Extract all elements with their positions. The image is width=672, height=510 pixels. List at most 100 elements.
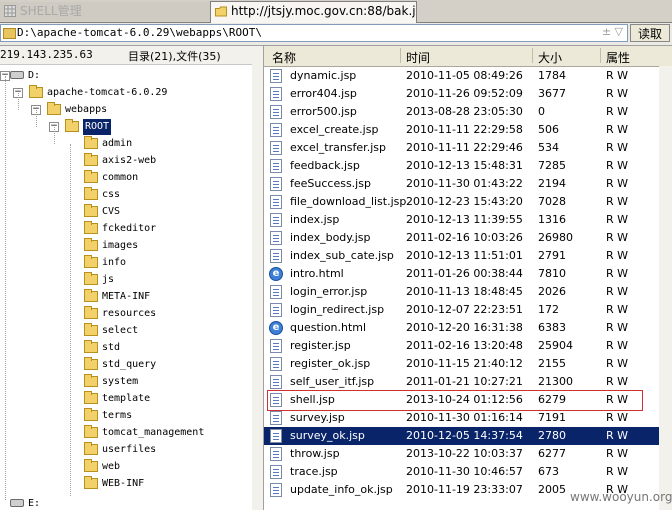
file-attr: R W [606,87,629,100]
column-name[interactable]: 名称 [272,49,296,66]
file-name: survey_ok.jsp [290,429,365,442]
tree-node[interactable]: std [0,340,250,356]
file-attr: R W [606,411,629,424]
file-size: 7285 [538,159,566,172]
table-row[interactable]: survey_ok.jsp 2010-12-05 14:37:54 2780 R W [264,427,672,445]
table-row[interactable]: login_redirect.jsp 2010-12-07 22:23:51 172… [264,301,672,319]
tree-scrollbar[interactable] [252,64,263,510]
tree-node[interactable]: resources [0,306,250,322]
tab-bak-jsp[interactable]: http://jtsjy.moc.gov.cn:88/bak.jsp [210,1,417,23]
tree-node[interactable]: template [0,391,250,407]
tree-node[interactable]: terms [0,408,250,424]
file-name: update_info_ok.jsp [290,483,393,496]
table-row[interactable]: trace.jsp 2010-11-30 10:46:57 673 R W [264,463,672,481]
tree-guide-line [36,110,37,127]
tree-node[interactable]: fckeditor [0,221,250,237]
file-size: 7028 [538,195,566,208]
tree-node[interactable]: CVS [0,204,250,220]
tree-node[interactable]: axis2-web [0,153,250,169]
file-attr: R W [606,105,629,118]
tree-node-label: common [102,172,139,183]
table-row[interactable]: index_sub_cate.jsp 2010-12-13 11:51:01 279… [264,247,672,265]
file-attr: R W [606,393,629,406]
table-row[interactable]: login_error.jsp 2010-11-13 18:48:45 2026 R … [264,283,672,301]
tree-node-label: fckeditor [102,223,157,234]
folder-icon [84,374,98,387]
tree-node-label: resources [102,308,157,319]
file-size: 7810 [538,267,566,280]
file-name: dynamic.jsp [290,69,357,82]
tree-node[interactable]: E: [0,496,250,510]
table-row[interactable]: survey.jsp 2010-11-30 01:16:14 7191 R W [264,409,672,427]
table-row[interactable]: register.jsp 2011-02-16 13:20:48 25904 R W [264,337,672,355]
tree-node[interactable]: std_query [0,357,250,373]
folder-icon [84,255,98,268]
tree-node[interactable]: userfiles [0,442,250,458]
drive-icon [10,71,24,79]
jsp-file-icon [270,483,282,497]
tab-label: http://jtsjy.moc.gov.cn:88/bak.jsp [231,4,417,18]
table-row[interactable]: register_ok.jsp 2010-11-15 21:40:12 2155 R … [264,355,672,373]
file-size: 21300 [538,375,573,388]
file-time: 2010-12-13 15:48:31 [406,159,523,172]
path-controls[interactable]: ± ▽ [602,25,623,38]
path-input[interactable]: D:\apache-tomcat-6.0.29\webapps\ROOT\ ± … [0,24,628,42]
folder-icon [84,272,98,285]
table-row[interactable]: feeSuccess.jsp 2010-11-30 01:43:22 2194 R W [264,175,672,193]
file-attr: R W [606,267,629,280]
file-name: shell.jsp [290,393,335,406]
tree-node[interactable]: − webapps [0,102,250,118]
table-row[interactable]: feedback.jsp 2010-12-13 15:48:31 7285 R W [264,157,672,175]
table-row[interactable]: excel_transfer.jsp 2010-11-11 22:29:46 534… [264,139,672,157]
folder-icon [84,289,98,302]
table-row[interactable]: e question.html 2010-12-20 16:31:38 6383 R W [264,319,672,337]
table-row[interactable]: file_download_list.jsp 2010-12-23 15:43:2… [264,193,672,211]
column-attr[interactable]: 属性 [606,49,630,66]
tree-node[interactable]: tomcat_management [0,425,250,441]
file-size: 2005 [538,483,566,496]
column-time[interactable]: 时间 [406,49,430,66]
tree-node[interactable]: common [0,170,250,186]
tree-node-label: CVS [102,206,121,217]
tree-node[interactable]: js [0,272,250,288]
jsp-file-icon [270,177,282,191]
tree-node-label: js [102,274,115,285]
table-row[interactable]: error500.jsp 2013-08-28 23:05:30 0 R W [264,103,672,121]
tree-node[interactable]: select [0,323,250,339]
tree-node[interactable]: system [0,374,250,390]
tree-node[interactable]: WEB-INF [0,476,250,492]
column-size[interactable]: 大小 [538,49,562,66]
tree-node[interactable]: css [0,187,250,203]
table-row[interactable]: self_user_itf.jsp 2011-01-21 10:27:21 2130… [264,373,672,391]
tree-node[interactable]: − apache-tomcat-6.0.29 [0,85,250,101]
file-list-scrollbar[interactable] [659,66,672,510]
tab-shell-manager[interactable]: SHELL管理 [0,2,220,21]
tree-node[interactable]: info [0,255,250,271]
file-size: 534 [538,141,559,154]
table-row[interactable]: throw.jsp 2013-10-22 10:03:37 6277 R W [264,445,672,463]
table-row[interactable]: excel_create.jsp 2010-11-11 22:29:58 506 R … [264,121,672,139]
file-name: error500.jsp [290,105,357,118]
file-time: 2010-11-30 10:46:57 [406,465,523,478]
table-row[interactable]: error404.jsp 2010-11-26 09:52:09 3677 R W [264,85,672,103]
tree-node[interactable]: − ROOT [0,119,250,135]
file-attr: R W [606,177,629,190]
tree-node[interactable]: − D: [0,68,250,84]
tree-node[interactable]: images [0,238,250,254]
file-size: 2026 [538,285,566,298]
tree-node[interactable]: admin [0,136,250,152]
table-row[interactable]: dynamic.jsp 2010-11-05 08:49:26 1784 R W [264,67,672,85]
tree-node[interactable]: web [0,459,250,475]
table-row[interactable]: shell.jsp 2013-10-24 01:12:56 6279 R W [264,391,672,409]
read-button[interactable]: 读取 [630,24,670,42]
html-file-icon: e [269,267,283,281]
table-row[interactable]: index.jsp 2010-12-13 11:39:55 1316 R W [264,211,672,229]
file-time: 2010-11-15 21:40:12 [406,357,523,370]
folder-icon [84,238,98,251]
folder-icon [84,153,98,166]
tree-node[interactable]: META-INF [0,289,250,305]
table-row[interactable]: e intro.html 2011-01-26 00:38:44 7810 R W [264,265,672,283]
table-row[interactable]: index_body.jsp 2011-02-16 10:03:26 26980 R … [264,229,672,247]
html-file-icon: e [269,321,283,335]
tree-node-label: D: [28,70,41,81]
